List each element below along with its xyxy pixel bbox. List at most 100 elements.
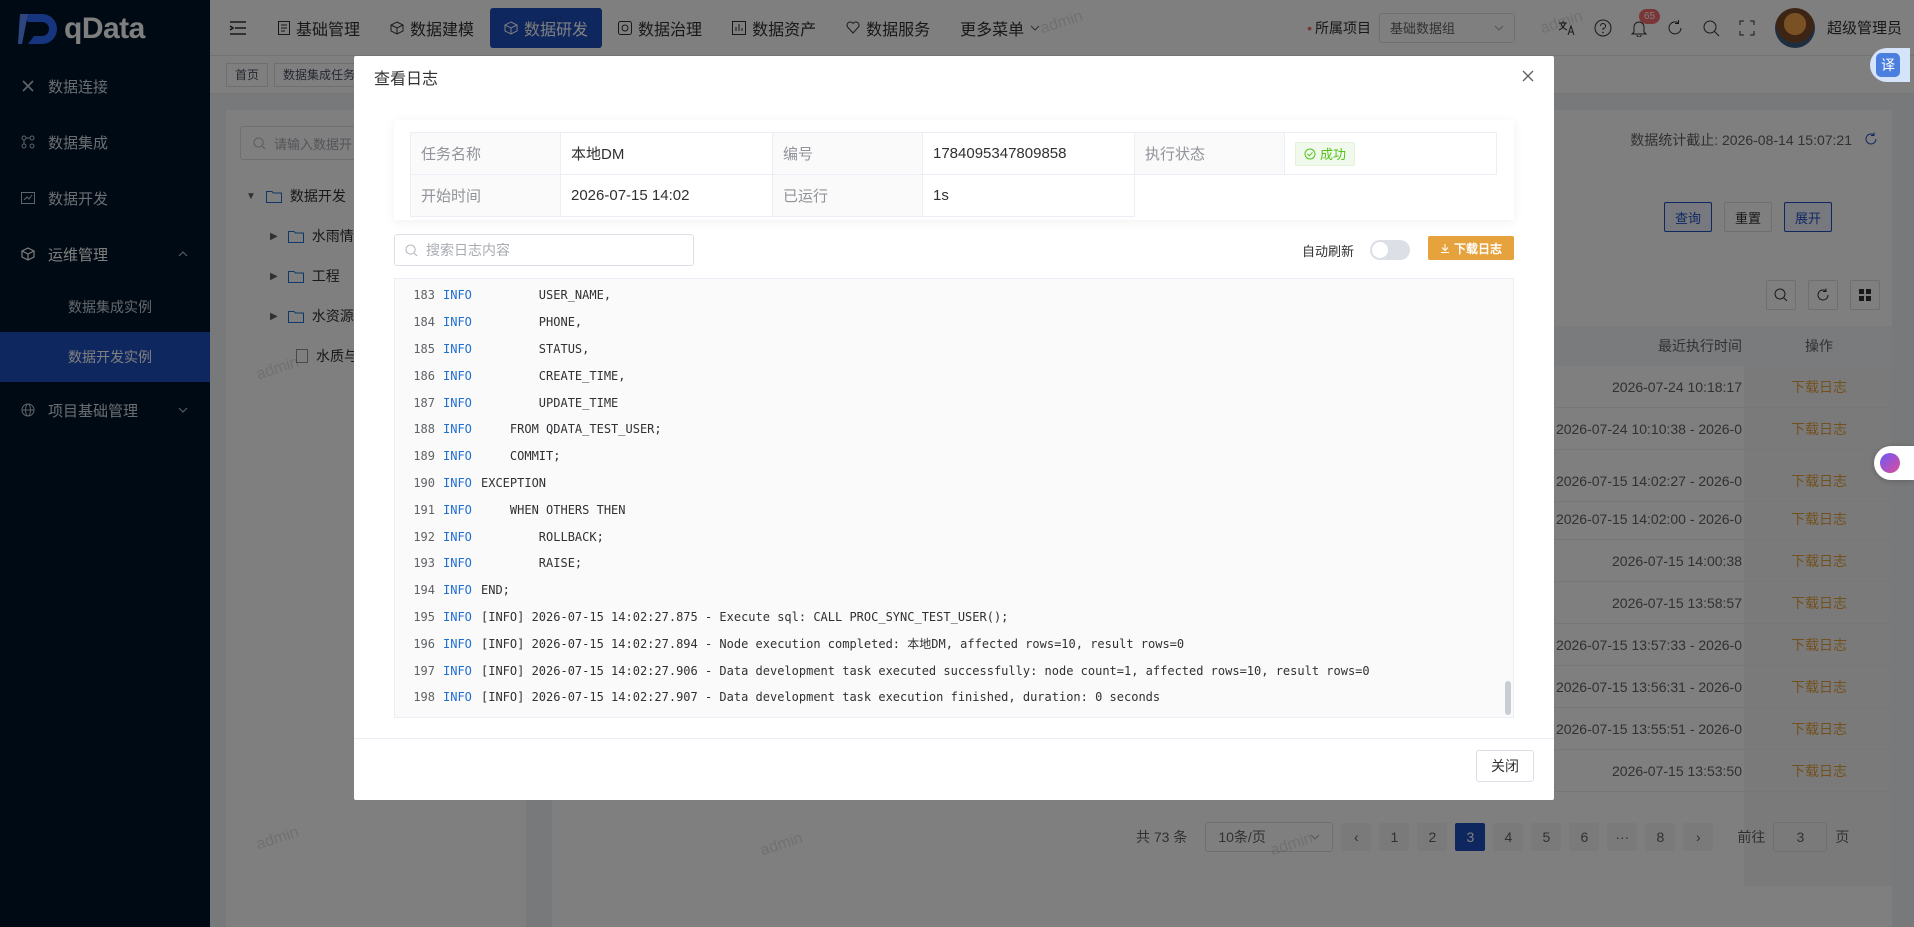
assistant-float-ball[interactable] xyxy=(1874,446,1914,480)
log-viewer[interactable]: 183 INFO USER_NAME, 184 INFO PHONE, 185 INFO … xyxy=(394,278,1514,718)
log-level: INFO xyxy=(443,636,472,651)
log-search-input[interactable]: 搜索日志内容 xyxy=(394,234,694,266)
log-level: INFO xyxy=(443,395,472,410)
log-line: 183 INFO USER_NAME, xyxy=(395,282,1513,309)
auto-refresh-label: 自动刷新 xyxy=(1301,244,1354,259)
assistant-icon xyxy=(1880,453,1900,473)
task-info-table: 任务名称 本地DM 编号 1784095347809858 执行状态 成功 开始… xyxy=(410,132,1497,217)
log-line-number: 195 xyxy=(413,609,435,624)
dialog-title: 查看日志 xyxy=(374,71,439,88)
log-text: UPDATE_TIME xyxy=(481,395,619,410)
log-line-number: 186 xyxy=(413,368,435,383)
log-line-number: 194 xyxy=(413,583,435,598)
log-line: 186 INFO CREATE_TIME, xyxy=(395,362,1513,389)
log-text: [INFO] 2026-07-15 14:02:27.907 - Data de… xyxy=(481,690,1161,705)
log-text: USER_NAME, xyxy=(481,288,612,303)
elapsed-value: 1s xyxy=(922,174,1135,217)
log-text: [INFO] 2026-07-15 14:02:27.894 - Node ex… xyxy=(481,637,1185,652)
elapsed-label: 已运行 xyxy=(772,174,923,217)
log-line-number: 193 xyxy=(413,556,435,571)
auto-refresh-toggle[interactable] xyxy=(1370,240,1410,260)
log-line: 198 INFO [INFO] 2026-07-15 14:02:27.907 - … xyxy=(395,684,1513,711)
log-toolbar: 搜索日志内容 自动刷新 下载日志 xyxy=(394,234,1514,266)
log-line-number: 192 xyxy=(413,529,435,544)
log-text: PHONE, xyxy=(481,315,583,330)
log-level: INFO xyxy=(443,609,472,624)
log-level: INFO xyxy=(443,529,472,544)
log-level: INFO xyxy=(443,315,472,330)
task-info-card: 任务名称 本地DM 编号 1784095347809858 执行状态 成功 开始… xyxy=(394,120,1514,220)
log-level: INFO xyxy=(443,288,472,303)
status-text: 成功 xyxy=(1320,147,1347,162)
log-text: WHEN OTHERS THEN xyxy=(481,502,626,517)
log-level: INFO xyxy=(443,583,472,598)
start-time-label: 开始时间 xyxy=(410,174,561,217)
task-id-label: 编号 xyxy=(772,132,923,175)
log-line-number: 188 xyxy=(413,422,435,437)
log-level: INFO xyxy=(443,368,472,383)
log-text: CREATE_TIME, xyxy=(481,368,626,383)
translate-glyph: 译 xyxy=(1876,53,1900,77)
log-line-number: 184 xyxy=(413,315,435,330)
log-text: END; xyxy=(481,583,510,598)
log-line: 185 INFO STATUS, xyxy=(395,336,1513,363)
log-search-placeholder: 搜索日志内容 xyxy=(426,242,510,258)
log-line-number: 187 xyxy=(413,395,435,410)
status-label: 执行状态 xyxy=(1134,132,1285,175)
log-text: COMMIT; xyxy=(481,449,561,464)
log-text: STATUS, xyxy=(481,341,590,356)
log-line: 191 INFO WHEN OTHERS THEN xyxy=(395,496,1513,523)
dialog-footer: 关闭 xyxy=(354,738,1554,800)
log-dialog: 查看日志 任务名称 本地DM 编号 1784095347809858 执行状态 … xyxy=(354,56,1554,800)
log-level: INFO xyxy=(443,690,472,705)
log-level: INFO xyxy=(443,502,472,517)
log-level: INFO xyxy=(443,341,472,356)
log-line: 188 INFO FROM QDATA_TEST_USER; xyxy=(395,416,1513,443)
log-level: INFO xyxy=(443,449,472,464)
log-line: 190 INFO EXCEPTION xyxy=(395,470,1513,497)
log-line-number: 183 xyxy=(413,288,435,303)
log-text: RAISE; xyxy=(481,556,583,571)
task-name-label: 任务名称 xyxy=(410,132,561,175)
log-line: 184 INFO PHONE, xyxy=(395,309,1513,336)
log-line: 187 INFO UPDATE_TIME xyxy=(395,389,1513,416)
log-line-number: 189 xyxy=(413,449,435,464)
close-button-label: 关闭 xyxy=(1491,758,1519,774)
log-line: 193 INFO RAISE; xyxy=(395,550,1513,577)
log-text: EXCEPTION xyxy=(481,475,547,490)
log-line: 194 INFO END; xyxy=(395,577,1513,604)
status-cell: 成功 xyxy=(1284,132,1497,175)
log-level: INFO xyxy=(443,663,472,678)
start-time-value: 2026-07-15 14:02 xyxy=(560,174,773,217)
empty-cell xyxy=(1135,175,1497,217)
log-line-number: 190 xyxy=(413,475,435,490)
download-log-label: 下载日志 xyxy=(1453,241,1502,256)
download-icon xyxy=(1440,244,1449,253)
log-line-number: 191 xyxy=(413,502,435,517)
log-line: 189 INFO COMMIT; xyxy=(395,443,1513,470)
close-icon[interactable] xyxy=(1520,68,1536,84)
status-badge: 成功 xyxy=(1295,141,1356,166)
log-line: 195 INFO [INFO] 2026-07-15 14:02:27.875 - … xyxy=(395,604,1513,631)
log-scrollbar[interactable] xyxy=(1505,681,1511,715)
log-level: INFO xyxy=(443,475,472,490)
log-line-number: 196 xyxy=(413,636,435,651)
log-line-number: 197 xyxy=(413,663,435,678)
log-line: 192 INFO ROLLBACK; xyxy=(395,523,1513,550)
log-text: [INFO] 2026-07-15 14:02:27.875 - Execute… xyxy=(481,609,1009,624)
download-log-button[interactable]: 下载日志 xyxy=(1427,236,1514,260)
check-circle-icon xyxy=(1304,148,1316,159)
log-level: INFO xyxy=(443,556,472,571)
close-button[interactable]: 关闭 xyxy=(1476,750,1534,782)
dialog-header: 查看日志 xyxy=(354,56,1554,98)
search-icon xyxy=(405,243,418,256)
log-text: ROLLBACK; xyxy=(481,529,604,544)
log-text: FROM QDATA_TEST_USER; xyxy=(481,422,662,437)
log-line: 197 INFO [INFO] 2026-07-15 14:02:27.906 - … xyxy=(395,657,1513,684)
log-text: [INFO] 2026-07-15 14:02:27.906 - Data de… xyxy=(481,663,1370,678)
task-name-value: 本地DM xyxy=(560,132,773,175)
log-level: INFO xyxy=(443,422,472,437)
log-line-number: 185 xyxy=(413,341,435,356)
translate-float-button[interactable]: 译 xyxy=(1870,48,1910,82)
log-line-number: 198 xyxy=(413,690,435,705)
